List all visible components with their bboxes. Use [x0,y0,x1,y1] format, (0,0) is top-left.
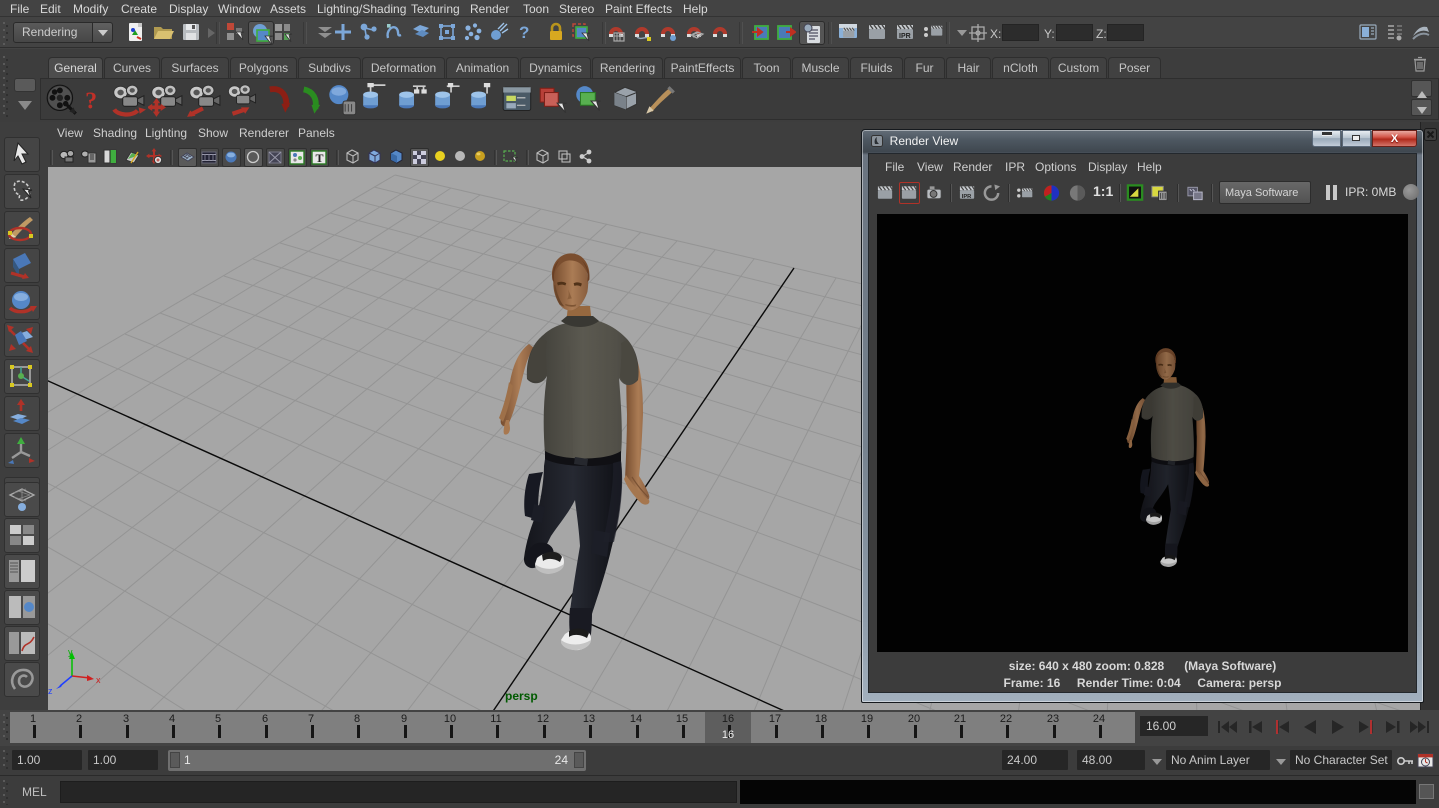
svg-text:T: T [316,151,324,165]
svg-text:y: y [68,647,73,657]
svg-text:IPR: IPR [899,33,911,40]
svg-text:IPR: IPR [962,194,971,200]
svg-text:z: z [48,686,53,696]
svg-text:x: x [96,675,101,685]
svg-text:?: ? [85,89,97,115]
svg-text:?: ? [519,23,529,42]
